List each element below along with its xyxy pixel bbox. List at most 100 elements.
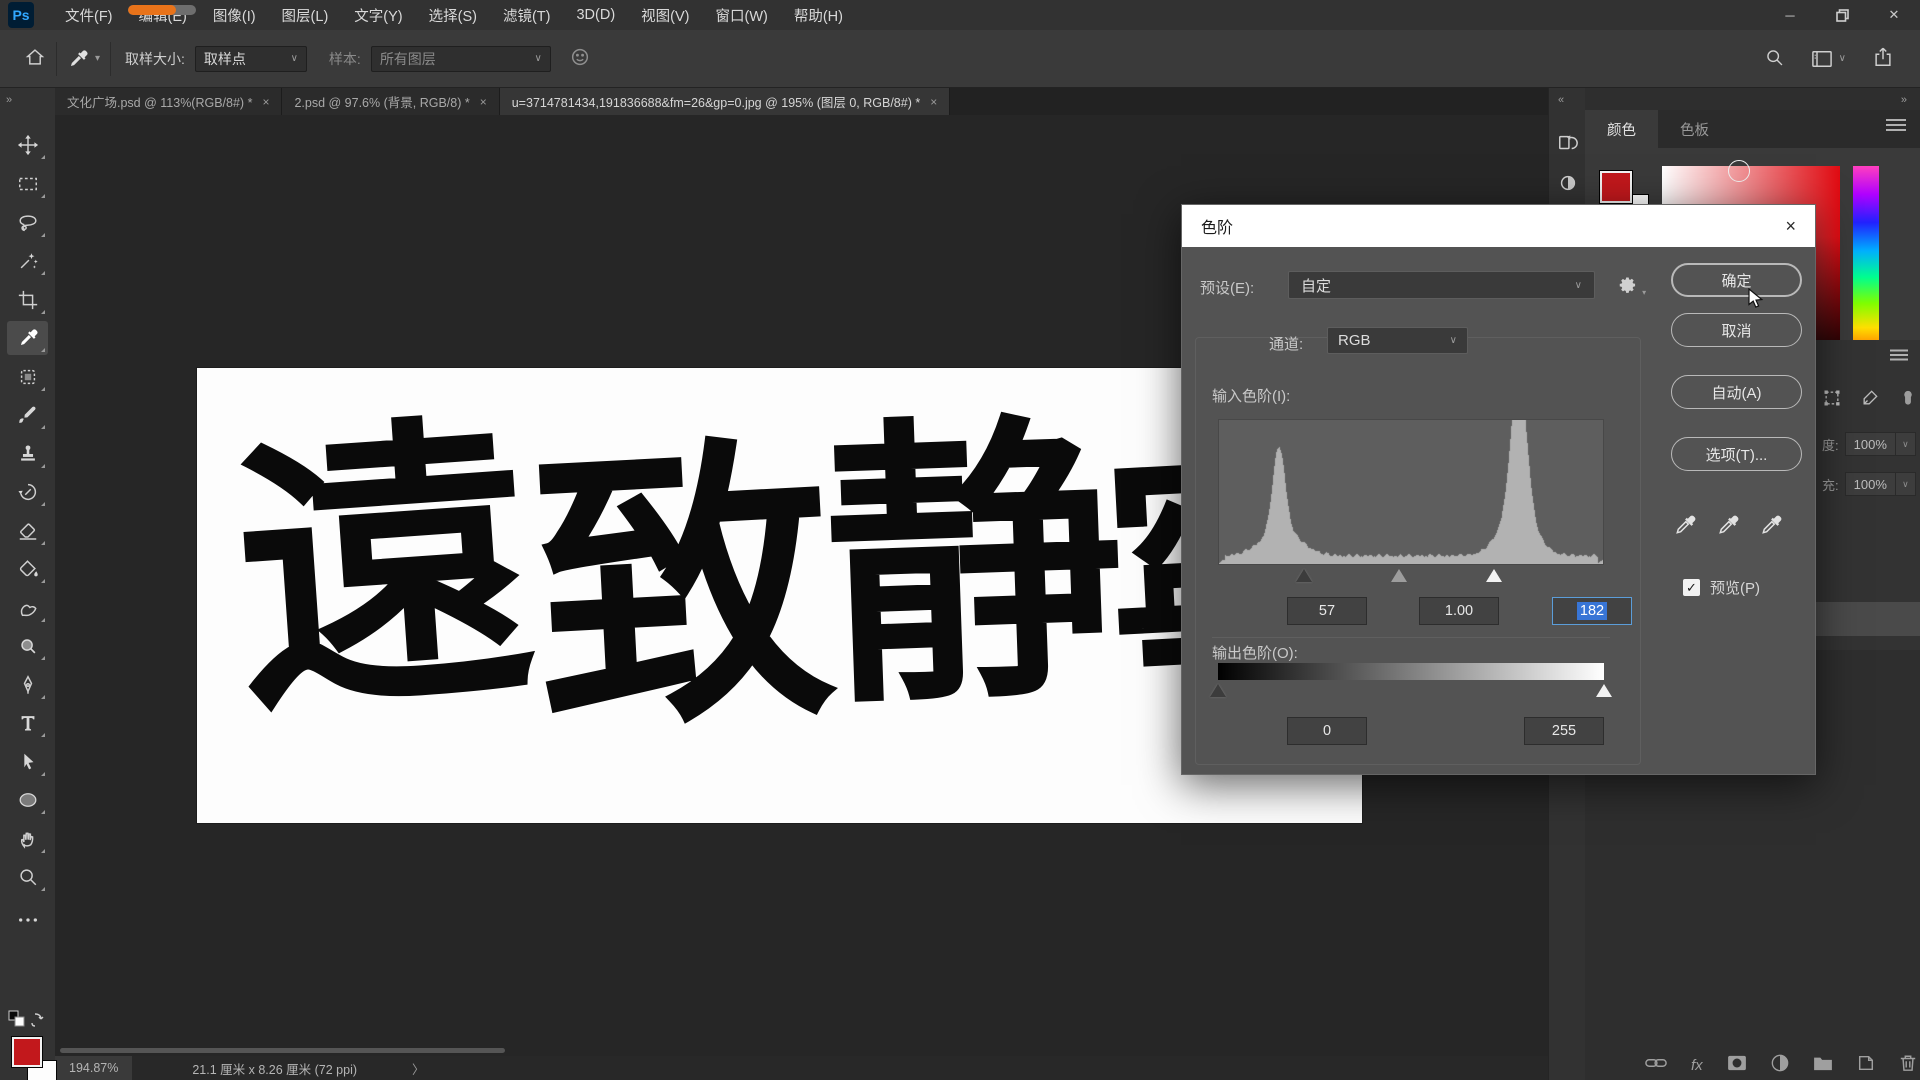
- menu-filter[interactable]: 滤镜(T): [490, 0, 564, 30]
- preset-options-gear-icon[interactable]: ▾: [1618, 275, 1646, 299]
- input-highlight-field[interactable]: 182: [1552, 597, 1632, 625]
- zoom-tool[interactable]: [7, 860, 48, 894]
- paint-bucket-tool[interactable]: [7, 552, 48, 586]
- history-panel-icon[interactable]: [1555, 130, 1581, 156]
- properties-panel-icon[interactable]: [1555, 170, 1581, 196]
- lasso-tool[interactable]: [7, 206, 48, 240]
- channel-dropdown[interactable]: RGB ∨: [1327, 327, 1468, 354]
- magic-wand-tool[interactable]: [7, 244, 48, 278]
- workspace-switcher-icon[interactable]: ∨: [1811, 49, 1846, 69]
- restore-button[interactable]: [1816, 0, 1868, 30]
- smudge-tool[interactable]: [7, 591, 48, 625]
- fill-value[interactable]: 100%: [1845, 472, 1896, 496]
- brush-tool[interactable]: [7, 398, 48, 432]
- spot-healing-brush-tool[interactable]: [7, 360, 48, 394]
- menu-image[interactable]: 图像(I): [200, 0, 269, 30]
- preset-dropdown[interactable]: 自定 ∨: [1288, 271, 1595, 299]
- dialog-title-bar[interactable]: 色阶 ×: [1182, 205, 1815, 247]
- new-layer-icon[interactable]: [1857, 1054, 1875, 1077]
- output-highlight-slider[interactable]: [1596, 684, 1612, 697]
- document-tab-3-active[interactable]: u=3714781434,191836688&fm=26&gp=0.jpg @ …: [500, 88, 950, 115]
- eyedropper-tool[interactable]: [7, 321, 48, 355]
- menu-help[interactable]: 帮助(H): [781, 0, 856, 30]
- dialog-close-icon[interactable]: ×: [1785, 216, 1796, 237]
- sample-dropdown[interactable]: 所有图层∨: [371, 46, 551, 72]
- layer-mask-icon[interactable]: [1727, 1055, 1747, 1076]
- lock-transform-icon[interactable]: [1822, 388, 1842, 413]
- dodge-tool[interactable]: [7, 629, 48, 663]
- history-brush-tool[interactable]: [7, 475, 48, 509]
- layer-row-partial[interactable]: [1816, 602, 1920, 636]
- input-highlight-slider[interactable]: [1486, 569, 1502, 582]
- black-point-eyedropper-icon[interactable]: [1673, 513, 1697, 541]
- menu-3d[interactable]: 3D(D): [563, 0, 628, 30]
- panel-foreground-swatch[interactable]: [1599, 170, 1633, 204]
- input-shadow-field[interactable]: 57: [1287, 597, 1367, 625]
- cancel-button[interactable]: 取消: [1671, 313, 1802, 347]
- white-point-eyedropper-icon[interactable]: [1759, 513, 1783, 541]
- link-layers-icon[interactable]: [1645, 1056, 1667, 1075]
- tab-close-icon[interactable]: ×: [262, 95, 269, 109]
- close-window-button[interactable]: ✕: [1868, 0, 1920, 30]
- gray-point-eyedropper-icon[interactable]: [1716, 513, 1740, 541]
- expand-toolbar-chevrons[interactable]: »: [6, 94, 13, 106]
- menu-select[interactable]: 选择(S): [416, 0, 490, 30]
- group-folder-icon[interactable]: [1813, 1055, 1833, 1076]
- rectangular-marquee-tool[interactable]: [7, 167, 48, 201]
- document-tab-1[interactable]: 文化广场.psd @ 113%(RGB/8#) * ×: [55, 88, 282, 115]
- options-button[interactable]: 选项(T)...: [1671, 437, 1802, 471]
- horizontal-scrollbar[interactable]: [60, 1048, 505, 1053]
- crop-tool[interactable]: [7, 283, 48, 317]
- move-tool[interactable]: [7, 128, 48, 162]
- opacity-value[interactable]: 100%: [1845, 432, 1896, 456]
- home-icon[interactable]: [24, 46, 46, 71]
- tab-close-icon[interactable]: ×: [480, 95, 487, 109]
- clone-stamp-tool[interactable]: [7, 437, 48, 471]
- default-colors-icon[interactable]: [8, 1010, 48, 1030]
- input-midtone-slider[interactable]: [1391, 569, 1407, 582]
- panel-menu-icon[interactable]: [1886, 118, 1906, 137]
- menu-file[interactable]: 文件(F): [52, 0, 126, 30]
- foreground-color-swatch[interactable]: [11, 1036, 43, 1068]
- color-picker-circle[interactable]: [1728, 160, 1750, 182]
- lock-all-icon[interactable]: [1898, 388, 1918, 413]
- preview-checkbox[interactable]: ✓: [1683, 579, 1700, 596]
- output-shadow-slider[interactable]: [1210, 684, 1226, 697]
- edit-toolbar-ellipsis[interactable]: [7, 903, 48, 937]
- expand-dock-chevrons[interactable]: »: [1901, 94, 1908, 106]
- search-icon[interactable]: [1764, 47, 1785, 71]
- eraser-tool[interactable]: [7, 514, 48, 548]
- document-tab-2[interactable]: 2.psd @ 97.6% (背景, RGB/8) * ×: [282, 88, 499, 115]
- input-gamma-field[interactable]: 1.00: [1419, 597, 1499, 625]
- menu-type[interactable]: 文字(Y): [341, 0, 415, 30]
- ok-button[interactable]: 确定: [1671, 263, 1802, 297]
- output-highlight-field[interactable]: 255: [1524, 717, 1604, 745]
- lock-position-icon[interactable]: [1860, 388, 1880, 413]
- output-shadow-field[interactable]: 0: [1287, 717, 1367, 745]
- tab-close-icon[interactable]: ×: [930, 95, 937, 109]
- sampling-ring-icon[interactable]: [569, 46, 591, 71]
- status-chevron[interactable]: 〉: [412, 1059, 425, 1078]
- collapse-dock-chevrons[interactable]: «: [1558, 94, 1565, 106]
- pen-tool[interactable]: [7, 668, 48, 702]
- eyedropper-tool-icon[interactable]: ▾: [67, 48, 100, 70]
- minimize-button[interactable]: ─: [1764, 0, 1816, 30]
- ellipse-tool[interactable]: [7, 783, 48, 817]
- tab-color[interactable]: 颜色: [1585, 110, 1658, 148]
- hue-strip[interactable]: [1853, 166, 1879, 368]
- path-selection-tool[interactable]: [7, 745, 48, 779]
- preview-checkbox-row[interactable]: ✓ 预览(P): [1683, 577, 1760, 598]
- layer-style-fx-icon[interactable]: fx: [1691, 1057, 1703, 1074]
- share-icon[interactable]: [1872, 46, 1894, 71]
- hand-tool[interactable]: [7, 822, 48, 856]
- fill-chevron-icon[interactable]: ∨: [1896, 472, 1916, 496]
- sample-size-dropdown[interactable]: 取样点∨: [195, 46, 307, 72]
- adjustment-layer-icon[interactable]: [1771, 1054, 1789, 1077]
- menu-window[interactable]: 窗口(W): [703, 0, 781, 30]
- menu-view[interactable]: 视图(V): [628, 0, 702, 30]
- menu-layer[interactable]: 图层(L): [269, 0, 342, 30]
- tab-swatches[interactable]: 色板: [1658, 110, 1731, 148]
- opacity-chevron-icon[interactable]: ∨: [1896, 432, 1916, 456]
- type-tool[interactable]: [7, 706, 48, 740]
- auto-button[interactable]: 自动(A): [1671, 375, 1802, 409]
